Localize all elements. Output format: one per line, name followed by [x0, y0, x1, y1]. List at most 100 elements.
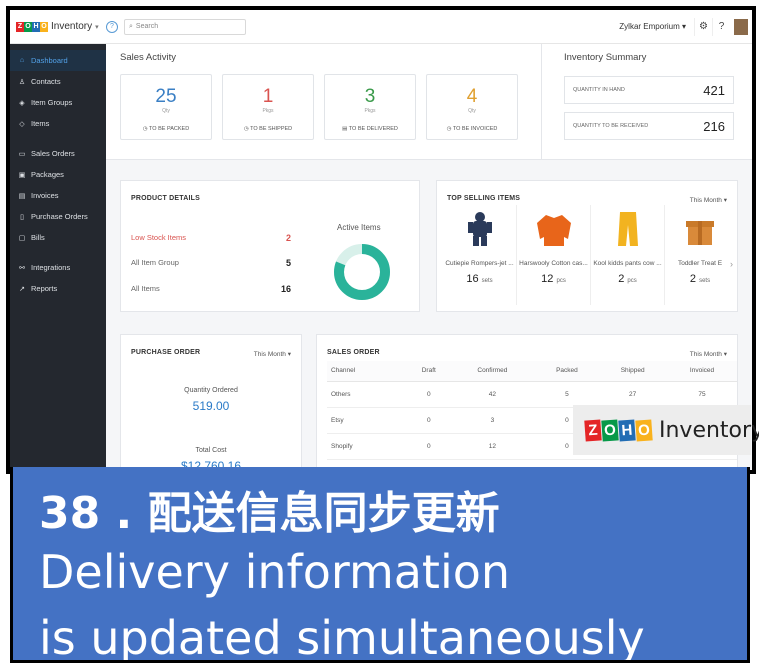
qty-unit: sets — [699, 278, 711, 284]
logo-wordmark: Inventory — [659, 417, 759, 443]
detail-label: All Item Group — [131, 258, 179, 267]
table-cell: 0 — [408, 433, 450, 460]
search-icon: ⌕ — [129, 22, 133, 30]
card-unit: Pkgs — [262, 108, 274, 114]
sales-activity-card[interactable]: 25 Qty ◷ TO BE PACKED — [120, 74, 212, 140]
gear-icon[interactable]: ⚙ — [694, 17, 712, 36]
sidebar-item-label: Purchase Orders — [31, 212, 88, 221]
caption-line-1: 38 . 配送信息同步更新 — [39, 488, 500, 539]
search-placeholder: Search — [135, 23, 159, 30]
inventory-value: 421 — [703, 82, 725, 98]
card-unit: Pkgs — [364, 108, 376, 114]
check-circle-icon: ◷ — [142, 126, 148, 132]
help-button-icon[interactable]: ? — [712, 17, 730, 36]
table-row[interactable]: Others 0 42 5 27 75 — [327, 381, 737, 408]
table-cell: 75 — [667, 381, 737, 408]
sweater-icon — [536, 215, 571, 246]
qty-value: 2 — [618, 273, 625, 285]
card-value: 4 — [466, 86, 478, 107]
table-cell: 5 — [535, 381, 599, 408]
top-selling-item[interactable]: Cutiepie Rompers-jet ... 16 sets — [443, 205, 517, 305]
delivery-icon: ▤ — [342, 126, 348, 132]
item-name: Toddler Treat E — [677, 260, 723, 267]
sidebar-item-label: Contacts — [31, 77, 61, 86]
help-icon[interactable]: ? — [106, 20, 118, 33]
column-header: Invoiced — [667, 361, 737, 382]
donut-label: 81% — [354, 268, 370, 277]
sales-activity-card[interactable]: 4 Qty ◷ TO BE INVOICED — [426, 74, 518, 140]
detail-label: Low Stock Items — [131, 233, 187, 242]
sidebar-item-label: Invoices — [31, 191, 59, 200]
inventory-label: QUANTITY TO BE RECEIVED — [573, 123, 649, 129]
avatar[interactable] — [734, 18, 748, 35]
bills-icon: ▢ — [18, 234, 26, 242]
user-icon: ♙ — [18, 78, 26, 86]
sidebar-item-purchase-orders[interactable]: ▯ Purchase Orders — [10, 206, 106, 227]
product-detail-row[interactable]: Low Stock Items 2 — [131, 233, 291, 243]
sidebar-item-label: Dashboard — [31, 56, 68, 65]
sidebar-item-reports[interactable]: ↗ Reports — [10, 278, 106, 299]
table-cell: Others — [327, 381, 409, 408]
card-value: 25 — [155, 86, 177, 107]
column-header: Confirmed — [449, 361, 536, 382]
panel-title: SALES ORDER — [327, 349, 380, 356]
qty-value: 16 — [466, 273, 479, 285]
card-label-text: TO BE PACKED — [149, 126, 190, 132]
search-input[interactable]: ⌕ Search — [124, 18, 246, 35]
column-header: Channel — [327, 361, 409, 382]
detail-label: All Items — [131, 284, 160, 293]
item-name: Cutiepie Rompers-jet ... — [445, 260, 514, 267]
sidebar-item-invoices[interactable]: ▤ Invoices — [10, 185, 106, 206]
table-cell: 0 — [408, 407, 450, 434]
truck-icon: ◷ — [243, 126, 249, 132]
top-bar: ZOHO Inventory ▾ ? ⌕ Search Zylkar Empor… — [10, 10, 752, 44]
sidebar-item-label: Packages — [31, 170, 64, 179]
card-label: ▤ TO BE DELIVERED — [325, 126, 415, 132]
card-label: ◷ TO BE SHIPPED — [223, 126, 313, 132]
sidebar-item-contacts[interactable]: ♙ Contacts — [10, 71, 106, 92]
home-icon: ⌂ — [19, 57, 25, 64]
sales-activity-card[interactable]: 3 Pkgs ▤ TO BE DELIVERED — [324, 74, 416, 140]
sidebar-item-label: Reports — [31, 284, 58, 293]
inventory-summary-panel: Inventory Summary QUANTITY IN HAND 421 Q… — [542, 44, 752, 160]
detail-value: 2 — [285, 233, 291, 243]
sidebar-item-integrations[interactable]: ⚯ Integrations — [10, 257, 106, 278]
item-qty: 2 pcs — [591, 273, 664, 285]
inventory-row: QUANTITY TO BE RECEIVED 216 — [564, 112, 734, 140]
column-header: Draft — [408, 361, 450, 382]
sidebar-item-packages[interactable]: ▣ Packages — [10, 164, 106, 185]
product-detail-row[interactable]: All Items 16 — [131, 284, 291, 294]
total-cost-label: Total Cost — [195, 447, 227, 454]
reports-icon: ↗ — [19, 285, 25, 293]
app-logo[interactable]: ZOHO Inventory ▾ — [10, 21, 106, 32]
product-details-panel: PRODUCT DETAILS Low Stock Items 2 All It… — [120, 180, 420, 312]
section-title: Sales Activity — [120, 52, 176, 63]
table-cell: 42 — [449, 381, 536, 408]
top-selling-item[interactable]: Harswooly Cotton cas... 12 pcs — [517, 205, 591, 305]
chevron-right-icon[interactable]: › — [730, 259, 733, 269]
top-selling-item[interactable]: Toddler Treat E 2 sets — [665, 205, 735, 305]
sidebar-item-bills[interactable]: ▢ Bills — [10, 227, 106, 248]
sales-activity-card[interactable]: 1 Pkgs ◷ TO BE SHIPPED — [222, 74, 314, 140]
sidebar-item-sales-orders[interactable]: ▭ Sales Orders — [10, 143, 106, 164]
sidebar-item-item-groups[interactable]: ◈ Item Groups — [10, 92, 106, 113]
org-switcher[interactable]: Zylkar Emporium ▾ — [619, 22, 686, 31]
panel-title: PURCHASE ORDER — [131, 349, 201, 356]
top-selling-item[interactable]: Kool kidds pants cow ... 2 pcs — [591, 205, 665, 305]
sidebar-item-dashboard[interactable]: ⌂ Dashboard — [10, 50, 106, 71]
period-dropdown[interactable]: This Month ▾ — [690, 196, 727, 204]
period-dropdown[interactable]: This Month ▾ — [690, 350, 727, 358]
qty-value: 2 — [689, 273, 697, 285]
product-detail-row[interactable]: All Item Group 5 — [131, 258, 291, 268]
qty-unit: sets — [481, 278, 493, 284]
card-unit: Qty — [468, 108, 476, 114]
period-dropdown[interactable]: This Month ▾ — [254, 350, 291, 358]
org-name: Zylkar Emporium — [619, 22, 680, 31]
invoice-icon: ◷ — [446, 126, 452, 132]
qty-value: 12 — [541, 273, 554, 285]
quantity-ordered-value: 519.00 — [192, 399, 230, 413]
sidebar-item-label: Integrations — [31, 263, 71, 272]
purchase-orders-icon: ▯ — [20, 213, 24, 221]
card-label: ◷ TO BE INVOICED — [427, 126, 517, 132]
sidebar-item-items[interactable]: ◇ Items — [10, 113, 106, 134]
